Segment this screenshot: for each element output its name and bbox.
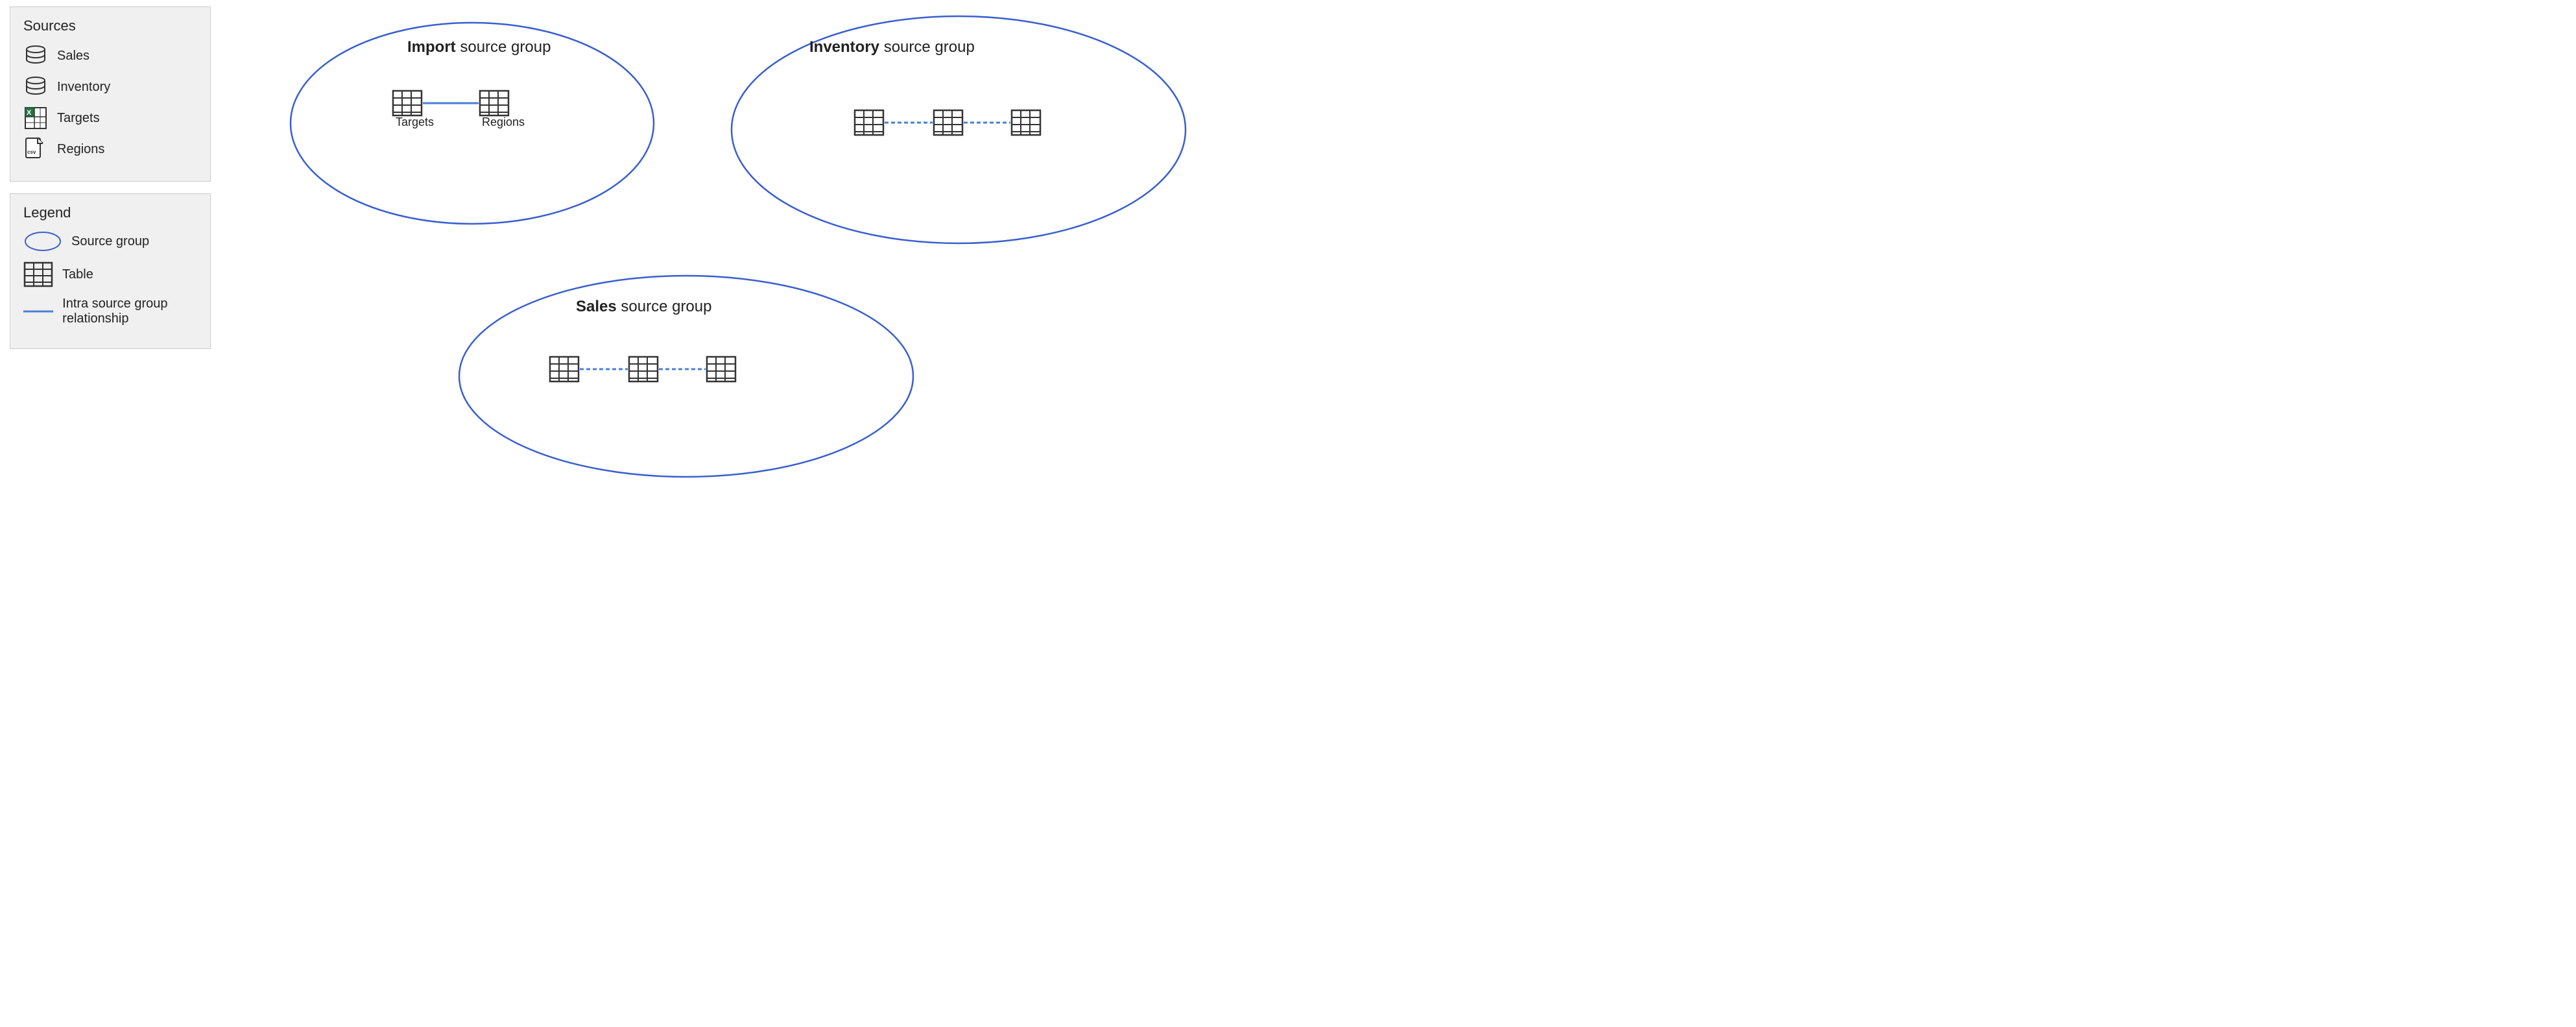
legend-table-icon	[23, 261, 53, 287]
sources-title: Sources	[23, 18, 197, 34]
svg-text:csv: csv	[27, 149, 36, 155]
legend-title: Legend	[23, 204, 197, 221]
diagram-area: Import source group Inventory source gro…	[227, 0, 1288, 513]
database-icon-inventory	[23, 75, 48, 99]
source-item-inventory: Inventory	[23, 75, 197, 99]
diagram-svg: Import source group Inventory source gro…	[227, 0, 1288, 513]
csv-icon-regions: csv	[23, 137, 48, 162]
legend-label-relationship: Intra source group relationship	[62, 296, 197, 326]
sales-table-2	[629, 357, 658, 381]
svg-text:Import source group: Import source group	[407, 38, 551, 56]
legend-panel: Legend Source group Table	[10, 193, 211, 349]
source-label-inventory: Inventory	[57, 80, 110, 95]
legend-item-source-group: Source group	[23, 230, 197, 252]
svg-text:Targets: Targets	[396, 115, 434, 128]
database-icon-sales	[23, 43, 48, 68]
source-label-regions: Regions	[57, 142, 104, 157]
svg-text:Regions: Regions	[482, 115, 525, 128]
source-item-regions: csv Regions	[23, 137, 197, 162]
svg-text:X: X	[27, 109, 32, 117]
svg-text:Sales source group: Sales source group	[576, 298, 711, 315]
sales-table-1	[550, 357, 578, 381]
sources-panel: Sources Sales Inventory X	[10, 6, 211, 182]
source-label-sales: Sales	[57, 49, 89, 64]
import-table-targets	[393, 91, 422, 115]
inventory-table-2	[934, 110, 962, 135]
legend-label-table: Table	[62, 267, 93, 282]
legend-line-icon	[23, 308, 53, 315]
legend-item-table: Table	[23, 261, 197, 287]
legend-oval-icon	[23, 230, 62, 252]
import-table-regions	[480, 91, 508, 115]
left-panel: Sources Sales Inventory X	[10, 6, 211, 349]
source-label-targets: Targets	[57, 111, 100, 126]
svg-text:Inventory source group: Inventory source group	[809, 38, 975, 56]
sales-table-3	[707, 357, 735, 381]
legend-label-source-group: Source group	[71, 234, 149, 249]
legend-item-relationship: Intra source group relationship	[23, 296, 197, 326]
excel-icon-targets: X	[23, 106, 48, 130]
source-item-sales: Sales	[23, 43, 197, 68]
inventory-table-3	[1012, 110, 1040, 135]
source-item-targets: X Targets	[23, 106, 197, 130]
inventory-table-1	[855, 110, 883, 135]
